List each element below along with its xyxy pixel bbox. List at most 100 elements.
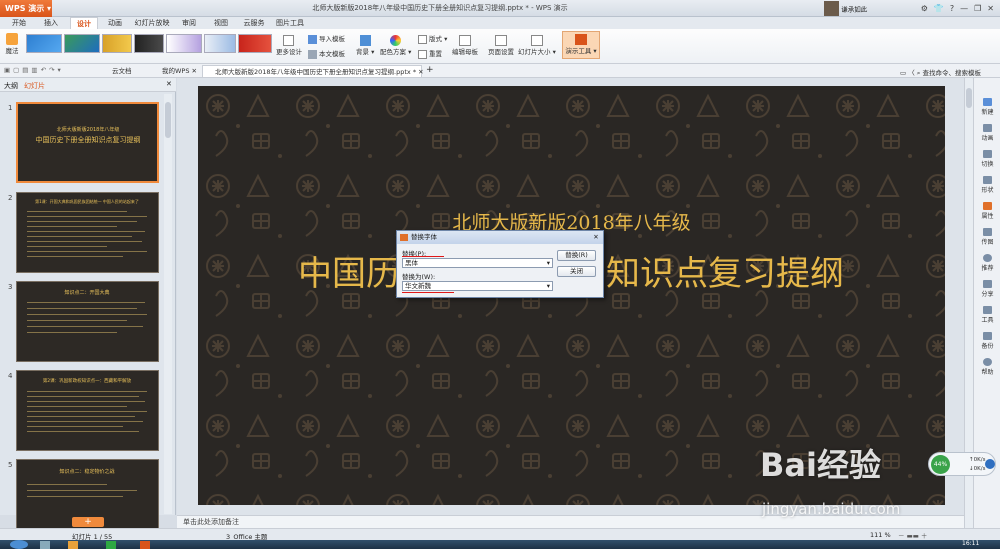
close-icon[interactable]: ✕ [987,4,994,13]
layout-button[interactable]: 版式 ▾ [418,33,447,44]
tab-animation[interactable]: 动画 [104,17,126,29]
red-underline [402,256,444,257]
window-controls: ⚙ 👕 ? — ❐ ✕ [888,0,1000,17]
tab-picture-tools[interactable]: 图片工具 [274,17,306,29]
sidebar-new[interactable]: 新建 [974,98,1000,116]
quick-icons[interactable]: ▣▢▤▥↶↷▾ [4,66,64,74]
panel-close-icon[interactable]: ✕ [166,80,172,88]
new-tab-icon[interactable]: + [426,65,434,75]
minimize-icon[interactable]: — [960,4,968,13]
slide-thumb-title: 第1课：开国大典和巩固民族团结统一 中国人民的站起来了 [35,199,139,204]
tab-slides[interactable]: 幻灯片 [24,81,45,91]
slide-thumb-title: 中国历史下册全册知识点复习提纲 [35,136,141,144]
skin-icon[interactable]: 👕 [934,4,944,13]
taskbar-app-wps[interactable] [140,541,150,549]
slide-number: 4 [8,372,13,380]
start-button[interactable] [10,540,28,549]
tab-outline[interactable]: 大纲 [4,81,18,91]
tab-review[interactable]: 审阅 [178,17,200,29]
avatar [824,1,839,16]
design-thumb-7[interactable] [238,34,272,53]
sidebar-animation[interactable]: 动画 [974,124,1000,142]
background-icon [359,35,371,46]
wps-icon [400,234,408,241]
sidebar-recommend[interactable]: 推荐 [974,254,1000,272]
sidebar-transition[interactable]: 切换 [974,150,1000,168]
tab-slideshow[interactable]: 幻灯片放映 [134,17,170,29]
taskbar-app-3[interactable] [106,541,116,549]
import-template-button[interactable]: 导入模板 [308,33,345,44]
maximize-icon[interactable]: ❐ [974,4,981,13]
help-icon [983,358,992,366]
sidebar-properties[interactable]: 属性 [974,202,1000,220]
background-button[interactable]: 背景 ▾ [356,35,374,56]
slide-thumbnail-3[interactable]: 知识点二：开国大典 [16,281,159,362]
design-thumb-6[interactable] [204,34,236,53]
slide-number: 3 [8,283,13,291]
red-underline [402,292,454,293]
magic-button[interactable]: 魔法 [4,33,20,55]
animation-icon [983,124,992,132]
design-thumb-3[interactable] [102,34,132,53]
more-design-button[interactable]: 更多设计 [276,35,302,56]
document-tab[interactable]: 北师大版新版2018年八年级中国历史下册全册知识点复习提纲.pptx * ✕ [202,65,424,77]
panel-tabs: 大纲 幻灯片 ✕ [0,78,176,92]
replace-font-select[interactable]: 黑体 ▾ [402,258,553,268]
gear-icon[interactable]: ⚙ [921,4,928,13]
sidebar-tools[interactable]: 工具 [974,306,1000,324]
panel-scroll-thumb[interactable] [165,102,171,138]
edit-master-button[interactable]: 编辑母板 [452,35,478,56]
help-icon[interactable]: ? [950,4,954,13]
accelerate-icon[interactable] [985,459,995,469]
slide-thumb-title: 第2课：巩固新政权知识点一：西藏和平解放 [42,379,132,384]
taskbar-app-2[interactable] [68,541,78,549]
tab-home[interactable]: 开始 [8,17,30,29]
quick-access-bar: ▣▢▤▥↶↷▾ 云文档 我的WPS ✕ 北师大版新版2018年八年级中国历史下册… [0,64,1000,78]
import-icon [308,34,317,44]
zoom-slider[interactable]: － ▬▬ ＋ [898,530,927,540]
sidebar-upload-image[interactable]: 传图 [974,228,1000,246]
command-search[interactable]: ▭ 〈 ⌕ 查找命令、搜索模板 [900,67,981,78]
design-thumb-5[interactable] [166,34,202,53]
replace-button[interactable]: 替换(R) [557,250,596,261]
sidebar-share[interactable]: 分享 [974,280,1000,298]
properties-icon [983,202,992,210]
add-slide-button[interactable]: + [72,517,104,527]
tab-cloud[interactable]: 云服务 [240,17,268,29]
color-scheme-button[interactable]: 配色方案 ▾ [380,35,411,56]
app-menu-button[interactable]: WPS 演示 ▾ [0,0,52,17]
download-speed: ↓0K/s [969,466,986,472]
sidebar-shape[interactable]: 形状 [974,176,1000,194]
tab-insert[interactable]: 插入 [40,17,62,29]
close-button[interactable]: 关闭 [557,266,596,277]
replace-with-label: 替换为(W): [402,273,436,281]
clock: 16:11 [962,540,980,547]
text-template-button[interactable]: 本文模板 [308,48,345,59]
tab-design[interactable]: 设计 [70,17,98,29]
user-account[interactable]: 谦承如此 [824,1,884,16]
cloud-docs-tab[interactable]: 云文档 [100,65,132,77]
slide-thumbnail-2[interactable]: 第1课：开国大典和巩固民族团结统一 中国人民的站起来了 [16,192,159,273]
sidebar-backup[interactable]: 备份 [974,332,1000,350]
tab-view[interactable]: 视图 [210,17,232,29]
reset-button[interactable]: 重置 [418,48,442,59]
replace-with-font-select[interactable]: 华文新魏 ▾ [402,281,553,291]
slide-thumbnail-4[interactable]: 第2课：巩固新政权知识点一：西藏和平解放 [16,370,159,451]
slide-size-icon [530,35,543,46]
ribbon: 魔法 更多设计 导入模板 本文模板 背景 ▾ 配色方案 ▾ 版式 ▾ 重置 编辑… [0,29,1000,64]
slide-thumbnail-1[interactable]: 北师大版新版2018年八年级 中国历史下册全册知识点复习提纲 [16,102,159,183]
panel-scrollbar[interactable] [164,94,172,514]
presentation-tools-button[interactable]: 演示工具 ▾ [562,31,600,59]
dialog-close-icon[interactable]: ✕ [590,231,602,244]
page-setup-button[interactable]: 页面设置 [488,35,514,56]
canvas-scroll-thumb[interactable] [966,88,972,108]
my-wps-tab[interactable]: 我的WPS ✕ [150,65,197,77]
design-thumb-4[interactable] [134,34,164,53]
design-thumb-1[interactable] [26,34,62,53]
taskbar-app-1[interactable] [40,541,50,549]
design-thumb-2[interactable] [64,34,100,53]
replace-font-dialog: 替换字体 ✕ 替换(P): 黑体 ▾ 替换为(W): 华文新魏 ▾ 替换(R) … [396,230,604,298]
sidebar-help[interactable]: 帮助 [974,358,1000,376]
slide-size-button[interactable]: 幻灯片大小 ▾ [518,35,556,56]
zoom-level[interactable]: 111 % [870,531,891,539]
